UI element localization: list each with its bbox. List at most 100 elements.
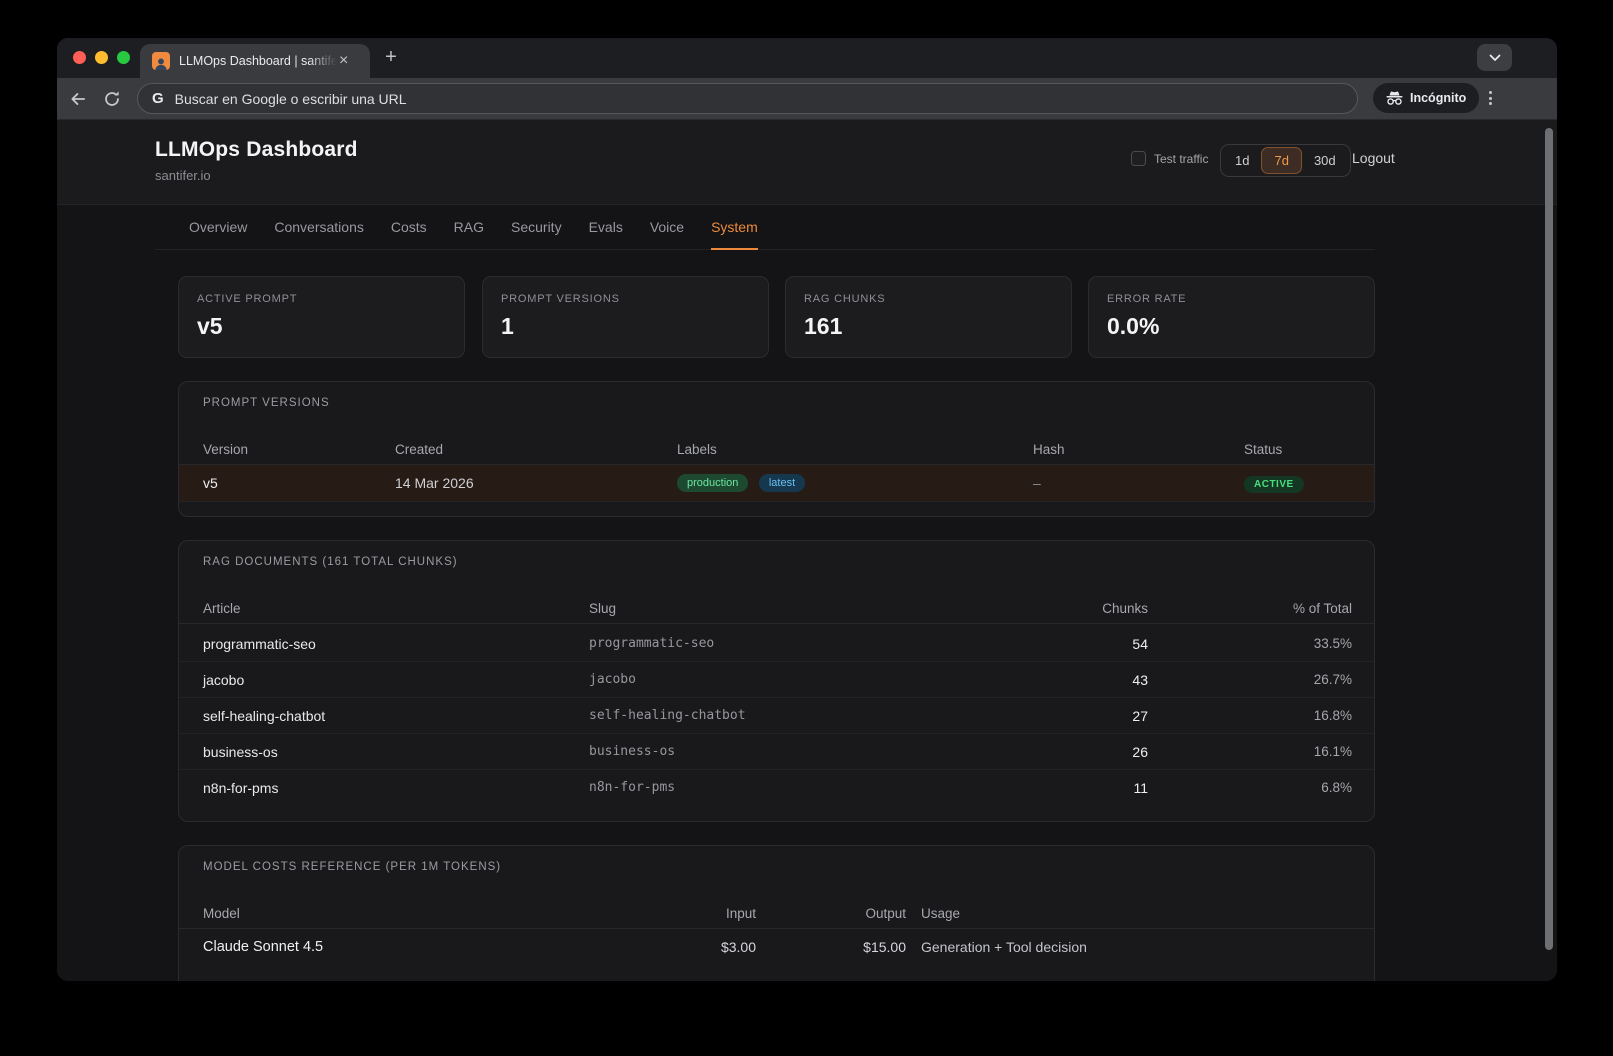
chunks-cell: 11 [998,770,1148,806]
stat-card-error-rate: ERROR RATE 0.0% [1088,276,1375,358]
browser-toolbar: G Buscar en Google o escribir una URL In… [57,78,1557,120]
window-close-button[interactable] [73,51,86,64]
person-icon [154,57,168,70]
table-header: Article Slug Chunks % of Total [179,593,1374,624]
stat-card-prompt-versions: PROMPT VERSIONS 1 [482,276,769,358]
incognito-badge: Incógnito [1373,83,1479,113]
tab-system[interactable]: System [711,219,758,250]
col-created: Created [395,434,443,465]
label-badge-latest: latest [759,474,805,492]
table-row: self-healing-chatbot self-healing-chatbo… [179,698,1374,734]
reload-button[interactable] [103,90,121,108]
stat-card-rag-chunks: RAG CHUNKS 161 [785,276,1072,358]
tab-voice[interactable]: Voice [650,219,684,250]
col-input: Input [636,898,756,929]
article-cell: jacobo [203,662,244,698]
address-bar[interactable]: G Buscar en Google o escribir una URL [137,83,1358,114]
browser-window: LLMOps Dashboard | santifer.io × + G Bus… [57,38,1557,981]
range-30d-button[interactable]: 30d [1302,148,1348,173]
chevron-down-icon [1489,54,1501,62]
prompt-versions-panel: PROMPT VERSIONS Version Created Labels H… [178,381,1375,517]
stat-value: 0.0% [1107,313,1356,340]
tab-security[interactable]: Security [511,219,562,250]
model-cell: Claude Sonnet 4.5 [203,929,323,966]
version-cell: v5 [203,465,218,502]
label-badge-production: production [677,474,748,492]
status-cell: ACTIVE [1244,474,1304,493]
date-range-control: 1d 7d 30d [1220,144,1351,177]
page-scrollbar[interactable] [1545,128,1553,950]
pct-cell: 16.1% [1202,734,1352,770]
tab-search-button[interactable] [1477,44,1512,71]
article-cell: business-os [203,734,278,770]
dashboard-tabs: Overview Conversations Costs RAG Securit… [155,205,1375,250]
col-article: Article [203,593,241,624]
pct-cell: 16.8% [1202,698,1352,734]
range-1d-button[interactable]: 1d [1223,148,1261,173]
tab-rag[interactable]: RAG [454,219,484,250]
page-header: LLMOps Dashboard santifer.io Test traffi… [57,120,1557,205]
output-cell: $15.00 [786,929,906,966]
tab-conversations[interactable]: Conversations [274,219,364,250]
pct-cell: 6.8% [1202,770,1352,806]
table-row: Claude Sonnet 4.5 $3.00 $15.00 Generatio… [179,929,1374,966]
table-header: Model Input Output Usage [179,898,1374,929]
tab-favicon-icon [152,52,170,70]
tab-title: LLMOps Dashboard | santifer.io [179,54,337,68]
table-row: v5 14 Mar 2026 production latest – ACTIV… [179,465,1374,502]
slug-cell: self-healing-chatbot [589,698,746,734]
tab-strip: LLMOps Dashboard | santifer.io × + [57,38,1557,78]
chunks-cell: 26 [998,734,1148,770]
col-chunks: Chunks [998,593,1148,624]
usage-cell: Generation + Tool decision [921,929,1087,966]
page-title: LLMOps Dashboard [155,138,358,162]
reload-icon [103,90,121,108]
window-zoom-button[interactable] [117,51,130,64]
stat-value: 161 [804,313,1053,340]
table-row: jacobo jacobo 43 26.7% [179,662,1374,698]
stat-label: PROMPT VERSIONS [501,293,750,305]
back-button[interactable] [69,90,87,108]
incognito-icon [1386,91,1403,105]
tab-evals[interactable]: Evals [589,219,623,250]
hash-cell: – [1033,465,1041,502]
tab-overview[interactable]: Overview [189,219,247,250]
tab-costs[interactable]: Costs [391,219,427,250]
model-costs-panel: MODEL COSTS REFERENCE (PER 1M TOKENS) Mo… [178,845,1375,981]
col-hash: Hash [1033,434,1065,465]
incognito-label: Incógnito [1410,91,1466,105]
status-badge: ACTIVE [1244,476,1304,493]
panel-title: RAG DOCUMENTS (161 TOTAL CHUNKS) [203,556,458,568]
table-row: n8n-for-pms n8n-for-pms 11 6.8% [179,770,1374,806]
logout-button[interactable]: Logout [1352,150,1395,166]
stat-card-active-prompt: ACTIVE PROMPT v5 [178,276,465,358]
panel-title: MODEL COSTS REFERENCE (PER 1M TOKENS) [203,861,501,873]
pct-cell: 26.7% [1202,662,1352,698]
range-7d-button[interactable]: 7d [1261,147,1301,174]
rag-documents-panel: RAG DOCUMENTS (161 TOTAL CHUNKS) Article… [178,540,1375,822]
slug-cell: n8n-for-pms [589,770,675,806]
browser-menu-button[interactable] [1487,89,1494,107]
article-cell: self-healing-chatbot [203,698,325,734]
browser-tab[interactable]: LLMOps Dashboard | santifer.io × [140,44,370,78]
labels-cell: production latest [677,473,805,492]
stat-label: ACTIVE PROMPT [197,293,446,305]
stat-value: v5 [197,313,446,340]
slug-cell: jacobo [589,662,636,698]
table-header: Version Created Labels Hash Status [179,434,1374,465]
address-placeholder: Buscar en Google o escribir una URL [175,91,407,107]
tab-close-icon[interactable]: × [339,53,348,69]
back-arrow-icon [69,90,87,108]
chunks-cell: 43 [998,662,1148,698]
window-minimize-button[interactable] [95,51,108,64]
pct-cell: 33.5% [1202,626,1352,662]
test-traffic-checkbox[interactable] [1131,151,1146,166]
page-subtitle: santifer.io [155,168,211,183]
new-tab-button[interactable]: + [379,46,403,70]
slug-cell: business-os [589,734,675,770]
col-pct: % of Total [1202,593,1352,624]
google-g-icon: G [152,90,164,107]
col-usage: Usage [921,898,960,929]
article-cell: n8n-for-pms [203,770,278,806]
test-traffic-label: Test traffic [1154,152,1208,166]
